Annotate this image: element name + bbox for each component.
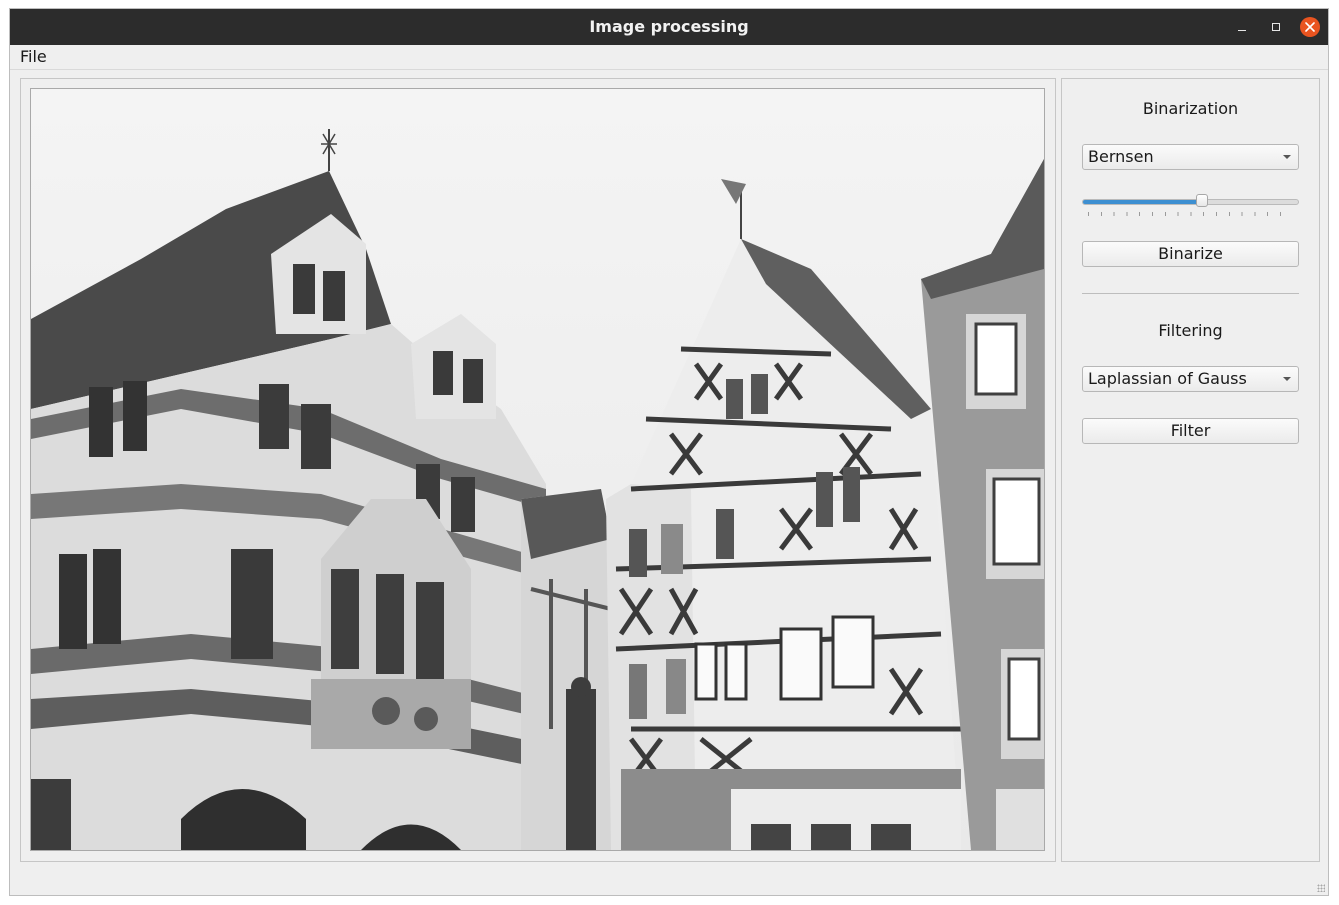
filter-button[interactable]: Filter xyxy=(1082,418,1299,444)
close-icon[interactable] xyxy=(1300,17,1320,37)
maximize-icon[interactable] xyxy=(1266,17,1286,37)
filter-method-select[interactable]: Laplassian of Gauss xyxy=(1082,366,1299,392)
slider-fill xyxy=(1083,200,1203,204)
menu-bar: File xyxy=(10,45,1328,70)
slider-handle[interactable] xyxy=(1196,194,1208,207)
filtering-title: Filtering xyxy=(1158,321,1223,340)
title-bar[interactable]: Image processing xyxy=(10,9,1328,45)
binarization-threshold-slider[interactable] xyxy=(1082,192,1299,216)
minimize-icon[interactable] xyxy=(1232,17,1252,37)
chevron-down-icon xyxy=(1283,155,1291,159)
photo-of-timber-framed-buildings xyxy=(31,89,1044,850)
window-title: Image processing xyxy=(589,17,749,36)
filter-method-value: Laplassian of Gauss xyxy=(1088,369,1247,388)
image-view[interactable] xyxy=(30,88,1045,851)
image-group-box xyxy=(20,78,1056,862)
binarization-title: Binarization xyxy=(1142,99,1239,118)
binarize-button[interactable]: Binarize xyxy=(1082,241,1299,267)
binarization-method-select[interactable]: Bernsen xyxy=(1082,144,1299,170)
slider-ticks xyxy=(1088,212,1293,216)
main-window: Image processing File Binarization Berns… xyxy=(9,8,1329,896)
chevron-down-icon xyxy=(1283,377,1291,381)
section-divider xyxy=(1082,293,1299,294)
menu-file[interactable]: File xyxy=(20,45,47,69)
binarization-method-value: Bernsen xyxy=(1088,147,1154,166)
resize-grip[interactable] xyxy=(1317,884,1325,892)
controls-panel: Binarization Bernsen Binarize Filtering … xyxy=(1061,78,1320,862)
